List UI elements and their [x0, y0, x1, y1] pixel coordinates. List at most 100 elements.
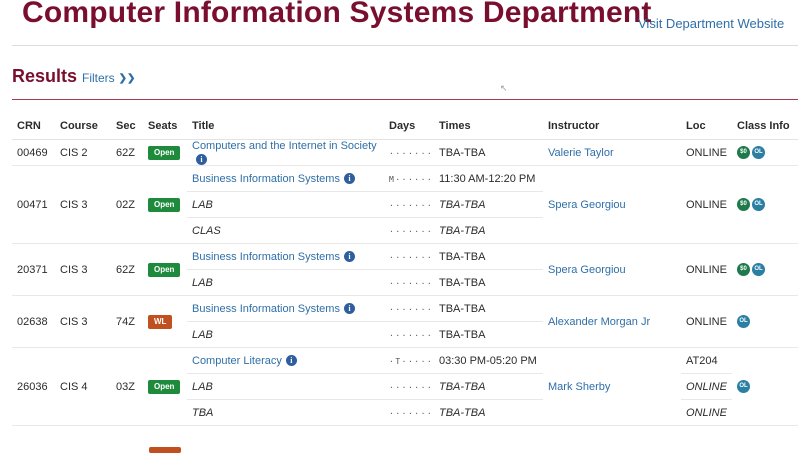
- days-cell: ·······: [389, 304, 434, 314]
- table-row: 02638 CIS 3 74Z WL Business Information …: [12, 295, 798, 348]
- info-icon[interactable]: i: [343, 303, 355, 315]
- col-header-instructor[interactable]: Instructor: [543, 113, 681, 140]
- seats-status-badge: Open: [148, 262, 181, 277]
- page-header: Computer Information Systems Department …: [12, 0, 800, 46]
- crn-cell: 00471: [12, 165, 55, 244]
- times-cell: TBA-TBA: [434, 217, 543, 244]
- location-cell: ONLINE: [681, 243, 732, 296]
- crn-cell: 26036: [12, 347, 55, 426]
- instructor-link[interactable]: Alexander Morgan Jr: [548, 316, 650, 328]
- meeting-type-cell: CLAS: [187, 217, 384, 244]
- days-cell: ·······: [389, 408, 434, 418]
- course-cell: CIS 3: [55, 295, 111, 348]
- online-class-icon[interactable]: OL: [737, 315, 750, 328]
- zero-cost-textbook-icon[interactable]: $0: [737, 146, 750, 159]
- table-row: 00471 CIS 3 02Z Open Business Informatio…: [12, 165, 798, 244]
- seats-status-badge: [149, 447, 181, 453]
- days-cell: ·······: [389, 200, 434, 210]
- table-header-row: CRN Course Sec Seats Title Days Times In…: [12, 113, 798, 140]
- course-title-link[interactable]: Computer Literacy: [192, 355, 282, 367]
- days-cell: ·······: [389, 252, 434, 262]
- col-header-days[interactable]: Days: [384, 113, 434, 140]
- days-cell: ·T·····: [389, 356, 434, 366]
- course-cell: CIS 3: [55, 243, 111, 296]
- section-cell: 03Z: [111, 347, 143, 426]
- online-class-icon[interactable]: OL: [737, 380, 750, 393]
- course-title-link[interactable]: Business Information Systems: [192, 303, 340, 315]
- instructor-link[interactable]: Mark Sherby: [548, 381, 610, 393]
- info-icon[interactable]: i: [196, 154, 207, 165]
- table-row: 00469 CIS 2 62Z Open Computers and the I…: [12, 139, 798, 166]
- meeting-type-cell: LAB: [187, 269, 384, 296]
- col-header-loc[interactable]: Loc: [681, 113, 732, 140]
- location-cell: ONLINE: [681, 399, 732, 426]
- section-cell: 74Z: [111, 295, 143, 348]
- course-title-link[interactable]: Business Information Systems: [192, 251, 340, 263]
- section-cell: 02Z: [111, 165, 143, 244]
- col-header-sec[interactable]: Sec: [111, 113, 143, 140]
- info-icon[interactable]: i: [285, 355, 297, 367]
- seats-status-badge: Open: [148, 197, 181, 212]
- location-cell: ONLINE: [681, 295, 732, 348]
- course-cell: CIS 2: [55, 139, 111, 166]
- col-header-class-info[interactable]: Class Info: [732, 113, 798, 140]
- results-title: Results: [12, 66, 78, 86]
- times-cell: TBA-TBA: [434, 269, 543, 296]
- times-cell: TBA-TBA: [434, 399, 543, 426]
- times-cell: TBA-TBA: [434, 295, 543, 322]
- days-cell: M······: [389, 174, 434, 184]
- table-row-partial: [12, 444, 798, 453]
- days-cell: ·······: [389, 382, 434, 392]
- meeting-type-cell: LAB: [187, 373, 384, 400]
- online-class-icon[interactable]: OL: [752, 263, 765, 276]
- crn-cell: 02638: [12, 295, 55, 348]
- seats-status-badge: WL: [148, 314, 173, 329]
- location-cell: ONLINE: [681, 165, 732, 244]
- instructor-link[interactable]: Spera Georgiou: [548, 199, 626, 211]
- results-table: CRN Course Sec Seats Title Days Times In…: [12, 113, 798, 426]
- instructor-link[interactable]: Spera Georgiou: [548, 264, 626, 276]
- meeting-type-cell: LAB: [187, 191, 384, 218]
- location-cell: ONLINE: [681, 139, 732, 166]
- zero-cost-textbook-icon[interactable]: $0: [737, 198, 750, 211]
- col-header-crn[interactable]: CRN: [12, 113, 55, 140]
- instructor-link[interactable]: Valerie Taylor: [548, 147, 614, 159]
- seats-status-badge: Open: [148, 379, 181, 394]
- filters-label: Filters: [82, 71, 115, 85]
- crn-cell: 00469: [12, 139, 55, 166]
- col-header-seats[interactable]: Seats: [143, 113, 187, 140]
- col-header-title[interactable]: Title: [187, 113, 384, 140]
- days-cell: ·······: [389, 148, 434, 158]
- crn-cell: 20371: [12, 243, 55, 296]
- times-cell: TBA-TBA: [434, 191, 543, 218]
- online-class-icon[interactable]: OL: [752, 146, 765, 159]
- double-chevron-down-icon: ❯❯: [118, 73, 136, 84]
- info-icon[interactable]: i: [343, 173, 355, 185]
- meeting-type-cell: LAB: [187, 321, 384, 348]
- online-class-icon[interactable]: OL: [752, 198, 765, 211]
- course-title-link[interactable]: Business Information Systems: [192, 173, 340, 185]
- days-cell: ·······: [389, 278, 434, 288]
- filters-button[interactable]: Filters ❯❯: [82, 71, 135, 85]
- header-divider: [12, 45, 798, 46]
- department-title: Computer Information Systems Department: [22, 0, 652, 29]
- times-cell: TBA-TBA: [434, 321, 543, 348]
- days-cell: ·······: [389, 226, 434, 236]
- section-cell: 62Z: [111, 243, 143, 296]
- info-icon[interactable]: i: [343, 251, 355, 263]
- results-divider: [12, 99, 798, 100]
- col-header-times[interactable]: Times: [434, 113, 543, 140]
- table-row: 20371 CIS 3 62Z Open Business Informatio…: [12, 243, 798, 296]
- times-cell: TBA-TBA: [434, 243, 543, 270]
- seats-status-badge: Open: [148, 145, 181, 160]
- times-cell: 11:30 AM-12:20 PM: [434, 165, 543, 192]
- zero-cost-textbook-icon[interactable]: $0: [737, 263, 750, 276]
- times-cell: 03:30 PM-05:20 PM: [434, 347, 543, 374]
- col-header-course[interactable]: Course: [55, 113, 111, 140]
- section-cell: 62Z: [111, 139, 143, 166]
- course-title-link[interactable]: Computers and the Internet in Society: [192, 140, 377, 152]
- meeting-type-cell: TBA: [187, 399, 384, 426]
- location-cell: ONLINE: [681, 373, 732, 400]
- department-website-link[interactable]: Visit Department Website: [638, 16, 784, 31]
- mouse-cursor-icon: ↖: [500, 83, 508, 93]
